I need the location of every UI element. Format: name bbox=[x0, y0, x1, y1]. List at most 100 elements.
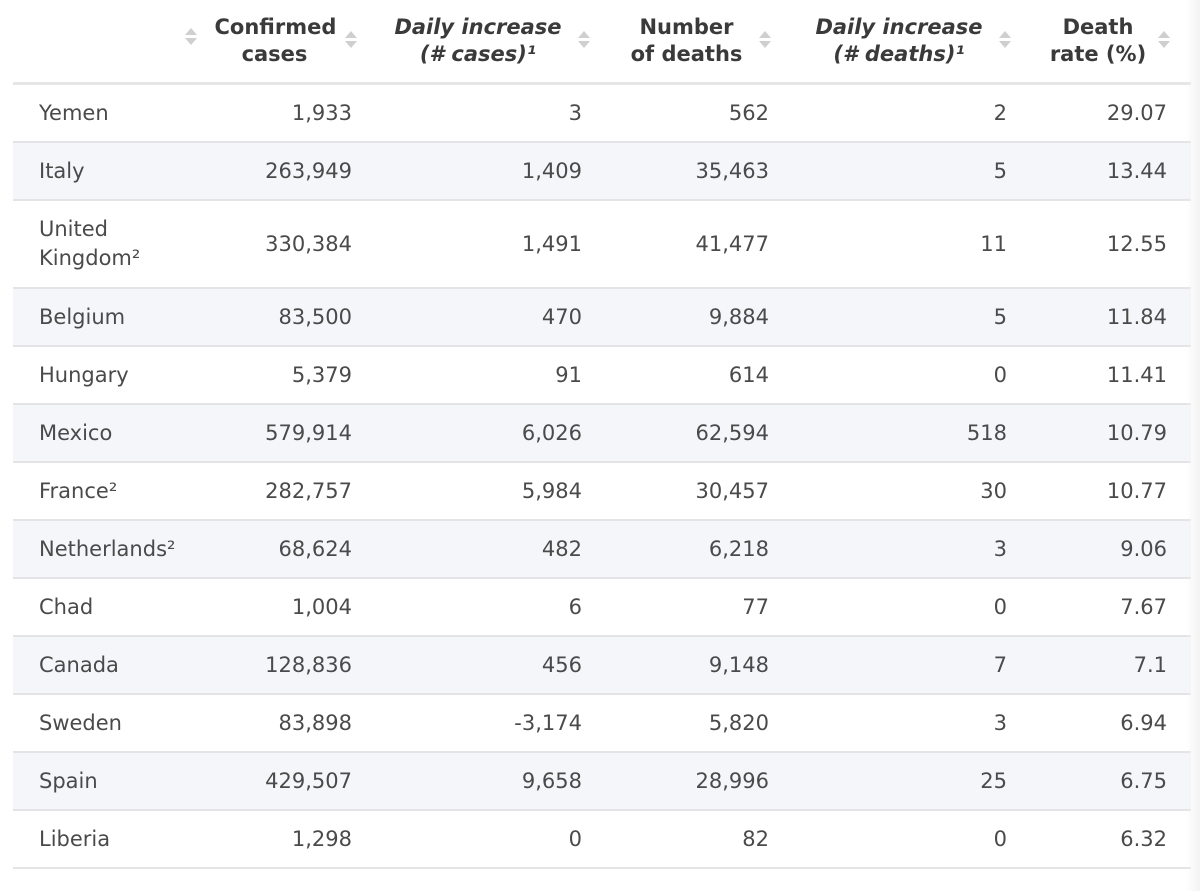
header-daily-increase-deaths[interactable]: Daily increase (# deaths)¹ bbox=[793, 0, 1031, 85]
covid-table-page: Confirmed cases Daily increase (# cases)… bbox=[0, 0, 1200, 891]
cell-country: Belgium bbox=[13, 288, 199, 347]
cell-death-rate: 7.1 bbox=[1031, 636, 1191, 695]
covid-stats-table: Confirmed cases Daily increase (# cases)… bbox=[13, 0, 1191, 869]
cell-confirmed-cases: 1,004 bbox=[199, 578, 376, 637]
cell-death-rate: 11.41 bbox=[1031, 346, 1191, 405]
header-country[interactable] bbox=[13, 0, 199, 85]
cell-death-rate: 6.94 bbox=[1031, 694, 1191, 753]
cell-number-of-deaths: 77 bbox=[606, 578, 793, 637]
cell-number-of-deaths: 6,218 bbox=[606, 520, 793, 579]
cell-daily-increase-cases: 456 bbox=[376, 636, 606, 695]
cell-death-rate: 12.55 bbox=[1031, 200, 1191, 289]
table-row: Chad 1,004 6 77 0 7.67 bbox=[13, 578, 1191, 637]
cell-death-rate: 7.67 bbox=[1031, 578, 1191, 637]
cell-daily-increase-cases: 91 bbox=[376, 346, 606, 405]
cell-confirmed-cases: 5,379 bbox=[199, 346, 376, 405]
cell-country: Netherlands² bbox=[13, 520, 199, 579]
table-row: Sweden 83,898 -3,174 5,820 3 6.94 bbox=[13, 694, 1191, 753]
cell-number-of-deaths: 30,457 bbox=[606, 462, 793, 521]
header-daily-increase-cases[interactable]: Daily increase (# cases)¹ bbox=[376, 0, 606, 85]
cell-confirmed-cases: 282,757 bbox=[199, 462, 376, 521]
cell-death-rate: 9.06 bbox=[1031, 520, 1191, 579]
cell-confirmed-cases: 83,500 bbox=[199, 288, 376, 347]
cell-death-rate: 10.79 bbox=[1031, 404, 1191, 463]
cell-daily-increase-deaths: 2 bbox=[793, 83, 1031, 143]
cell-daily-increase-cases: 3 bbox=[376, 83, 606, 143]
header-confirmed-cases[interactable]: Confirmed cases bbox=[199, 0, 376, 85]
header-number-of-deaths[interactable]: Number of deaths bbox=[606, 0, 793, 85]
header-label: Confirmed cases bbox=[214, 15, 337, 66]
cell-death-rate: 13.44 bbox=[1031, 142, 1191, 201]
cell-daily-increase-cases: 470 bbox=[376, 288, 606, 347]
table-row: Netherlands² 68,624 482 6,218 3 9.06 bbox=[13, 520, 1191, 579]
cell-number-of-deaths: 41,477 bbox=[606, 200, 793, 289]
table-row: Spain 429,507 9,658 28,996 25 6.75 bbox=[13, 752, 1191, 811]
cell-daily-increase-deaths: 25 bbox=[793, 752, 1031, 811]
cell-country: Canada bbox=[13, 636, 199, 695]
cell-confirmed-cases: 128,836 bbox=[199, 636, 376, 695]
cell-daily-increase-deaths: 7 bbox=[793, 636, 1031, 695]
cell-death-rate: 10.77 bbox=[1031, 462, 1191, 521]
sort-updown-icon[interactable] bbox=[344, 31, 357, 51]
table-row: Canada 128,836 456 9,148 7 7.1 bbox=[13, 636, 1191, 695]
cell-daily-increase-deaths: 0 bbox=[793, 810, 1031, 869]
cell-death-rate: 6.75 bbox=[1031, 752, 1191, 811]
cell-country: Liberia bbox=[13, 810, 199, 869]
table-row: Yemen 1,933 3 562 2 29.07 bbox=[13, 83, 1191, 143]
header-label: Number of deaths bbox=[630, 15, 743, 66]
cell-country: Mexico bbox=[13, 404, 199, 463]
cell-confirmed-cases: 330,384 bbox=[199, 200, 376, 289]
cell-confirmed-cases: 83,898 bbox=[199, 694, 376, 753]
cell-daily-increase-deaths: 3 bbox=[793, 694, 1031, 753]
table-row: Belgium 83,500 470 9,884 5 11.84 bbox=[13, 288, 1191, 347]
cell-number-of-deaths: 62,594 bbox=[606, 404, 793, 463]
cell-daily-increase-cases: -3,174 bbox=[376, 694, 606, 753]
sort-updown-icon[interactable] bbox=[185, 27, 197, 48]
cell-daily-increase-deaths: 0 bbox=[793, 346, 1031, 405]
table-row: Mexico 579,914 6,026 62,594 518 10.79 bbox=[13, 404, 1191, 463]
cell-daily-increase-cases: 1,491 bbox=[376, 200, 606, 289]
cell-country: Yemen bbox=[13, 83, 199, 143]
cell-daily-increase-cases: 482 bbox=[376, 520, 606, 579]
cell-daily-increase-cases: 6,026 bbox=[376, 404, 606, 463]
cell-daily-increase-cases: 9,658 bbox=[376, 752, 606, 811]
table-row: United Kingdom² 330,384 1,491 41,477 11 12.55 bbox=[13, 200, 1191, 289]
table-body: Yemen 1,933 3 562 2 29.07 Italy 263,949 1,409 35,… bbox=[13, 83, 1191, 869]
header-row: Confirmed cases Daily increase (# cases)… bbox=[13, 0, 1191, 85]
sort-updown-icon[interactable] bbox=[1158, 31, 1170, 51]
cell-number-of-deaths: 35,463 bbox=[606, 142, 793, 201]
cell-country: France² bbox=[13, 462, 199, 521]
sort-updown-icon[interactable] bbox=[999, 31, 1011, 51]
sort-updown-icon[interactable] bbox=[758, 31, 771, 51]
cell-number-of-deaths: 9,148 bbox=[606, 636, 793, 695]
table-row: France² 282,757 5,984 30,457 30 10.77 bbox=[13, 462, 1191, 521]
header-label: Death rate (%) bbox=[1049, 15, 1147, 66]
cell-confirmed-cases: 68,624 bbox=[199, 520, 376, 579]
header-death-rate[interactable]: Death rate (%) bbox=[1031, 0, 1191, 85]
cell-number-of-deaths: 82 bbox=[606, 810, 793, 869]
cell-daily-increase-cases: 6 bbox=[376, 578, 606, 637]
cell-confirmed-cases: 1,933 bbox=[199, 83, 376, 143]
cell-country: Spain bbox=[13, 752, 199, 811]
cell-number-of-deaths: 614 bbox=[606, 346, 793, 405]
cell-daily-increase-cases: 0 bbox=[376, 810, 606, 869]
sort-updown-icon[interactable] bbox=[578, 31, 590, 51]
cell-death-rate: 29.07 bbox=[1031, 83, 1191, 143]
table-row: Liberia 1,298 0 82 0 6.32 bbox=[13, 810, 1191, 869]
cell-daily-increase-deaths: 3 bbox=[793, 520, 1031, 579]
cell-daily-increase-cases: 5,984 bbox=[376, 462, 606, 521]
cell-number-of-deaths: 28,996 bbox=[606, 752, 793, 811]
header-label: Daily increase (# cases)¹ bbox=[394, 15, 562, 66]
header-label: Daily increase (# deaths)¹ bbox=[815, 15, 983, 66]
cell-country: Italy bbox=[13, 142, 199, 201]
cell-daily-increase-deaths: 11 bbox=[793, 200, 1031, 289]
cell-daily-increase-deaths: 0 bbox=[793, 578, 1031, 637]
cell-daily-increase-deaths: 5 bbox=[793, 288, 1031, 347]
cell-daily-increase-deaths: 30 bbox=[793, 462, 1031, 521]
cell-daily-increase-deaths: 518 bbox=[793, 404, 1031, 463]
table-row: Italy 263,949 1,409 35,463 5 13.44 bbox=[13, 142, 1191, 201]
cell-daily-increase-cases: 1,409 bbox=[376, 142, 606, 201]
table-row: Hungary 5,379 91 614 0 11.41 bbox=[13, 346, 1191, 405]
cell-confirmed-cases: 1,298 bbox=[199, 810, 376, 869]
cell-confirmed-cases: 579,914 bbox=[199, 404, 376, 463]
